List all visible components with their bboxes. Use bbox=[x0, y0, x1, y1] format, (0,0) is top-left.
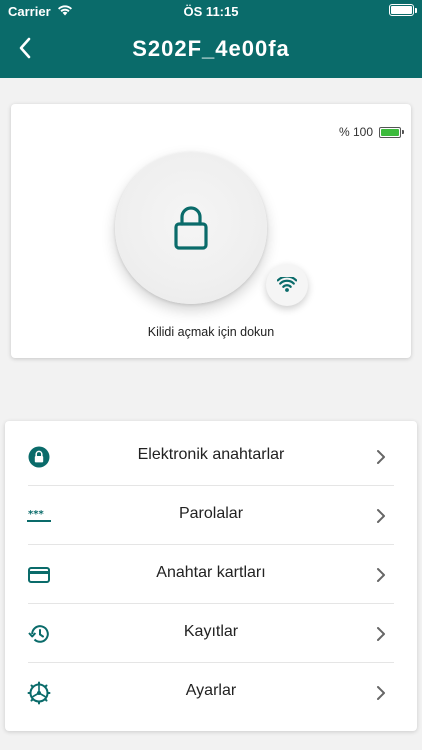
password-icon: *** bbox=[27, 504, 51, 528]
nav-bar: S202F_4e00fa bbox=[0, 22, 422, 78]
lock-battery-indicator: % 100 bbox=[338, 125, 404, 139]
header: Carrier ÖS 11:15 S202F_4e00fa bbox=[0, 0, 422, 78]
unlock-hint: Kilidi açmak için dokun bbox=[147, 325, 275, 339]
menu-item-settings[interactable]: Ayarlar bbox=[5, 663, 417, 722]
chevron-right-icon bbox=[375, 625, 387, 643]
lock-circle-icon bbox=[27, 445, 51, 469]
status-battery bbox=[389, 4, 417, 16]
lock-card: % 100 Kilidi açmak için dokun bbox=[11, 104, 411, 358]
page-title: S202F_4e00fa bbox=[132, 36, 290, 61]
menu-item-label: Ayarlar bbox=[185, 682, 237, 699]
menu-item-key-cards[interactable]: Anahtar kartları bbox=[5, 545, 417, 604]
wifi-icon bbox=[277, 277, 297, 292]
status-bar: Carrier ÖS 11:15 bbox=[0, 0, 422, 22]
app-screen: Carrier ÖS 11:15 S202F_4e00fa % 100 Kili… bbox=[0, 0, 422, 750]
menu-card: Elektronik anahtarlar *** Parolalar Anah… bbox=[5, 421, 417, 731]
lock-icon bbox=[174, 206, 208, 250]
menu-item-label: Parolalar bbox=[178, 505, 244, 522]
chevron-right-icon bbox=[375, 684, 387, 702]
card-icon bbox=[27, 563, 51, 587]
wifi-button[interactable] bbox=[266, 264, 308, 306]
svg-text:***: *** bbox=[28, 509, 44, 520]
settings-icon bbox=[27, 681, 51, 705]
battery-percent-label: % 100 bbox=[338, 125, 373, 139]
menu-item-label: Elektronik anahtarlar bbox=[137, 446, 285, 463]
chevron-right-icon bbox=[375, 566, 387, 584]
chevron-right-icon bbox=[375, 448, 387, 466]
menu-item-label: Anahtar kartları bbox=[156, 564, 266, 581]
history-icon bbox=[27, 622, 51, 646]
menu-item-passwords[interactable]: *** Parolalar bbox=[5, 486, 417, 545]
menu-item-electronic-keys[interactable]: Elektronik anahtarlar bbox=[5, 427, 417, 486]
battery-icon bbox=[379, 126, 404, 138]
menu-item-label: Kayıtlar bbox=[183, 623, 239, 640]
status-time: ÖS 11:15 bbox=[183, 4, 239, 19]
battery-status-icon bbox=[389, 4, 417, 16]
unlock-button[interactable] bbox=[115, 152, 267, 304]
menu-item-logs[interactable]: Kayıtlar bbox=[5, 604, 417, 663]
chevron-right-icon bbox=[375, 507, 387, 525]
